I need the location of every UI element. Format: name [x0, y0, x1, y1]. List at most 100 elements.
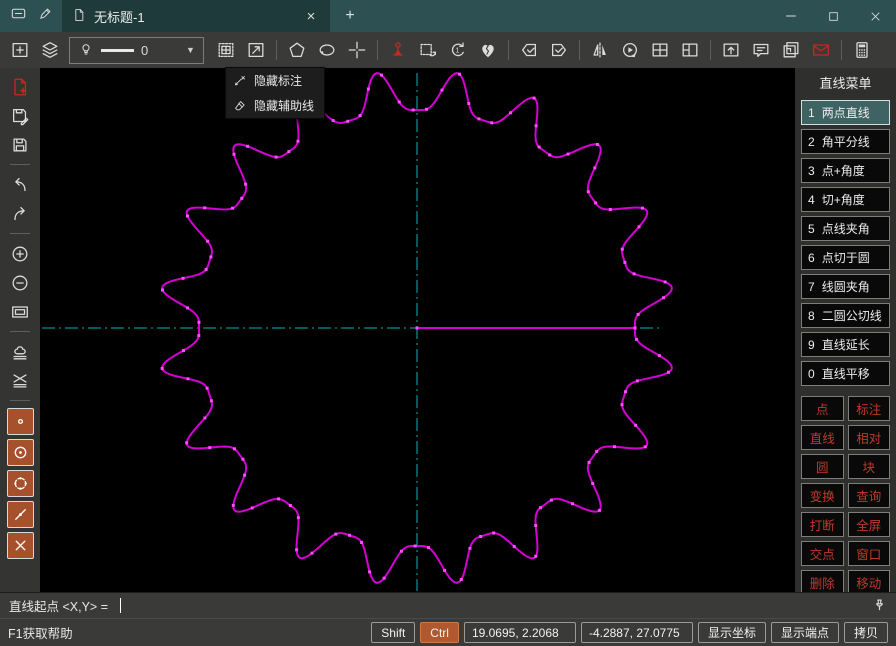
- dimension-pin-button[interactable]: [383, 35, 413, 65]
- tag-check-right-button[interactable]: [544, 35, 574, 65]
- calculator-button[interactable]: [847, 35, 877, 65]
- toolbar: 0 ▼ 1: [0, 32, 896, 68]
- rotate-once-icon: 1: [448, 40, 468, 60]
- save-as-button[interactable]: [5, 101, 35, 130]
- drawing-canvas[interactable]: [40, 68, 795, 592]
- eraser-icon: [233, 99, 247, 113]
- ellipse-button[interactable]: [312, 35, 342, 65]
- new-file-button[interactable]: [5, 72, 35, 101]
- toolbar-divider: [377, 40, 378, 60]
- menu-item-hide-guides[interactable]: 隐藏辅助线: [226, 93, 324, 118]
- select-edit-icon: [418, 40, 438, 60]
- maximize-button[interactable]: [812, 0, 854, 32]
- menu-item-hide-dimensions[interactable]: 隐藏标注: [226, 68, 324, 93]
- titlebar: 无标题-1 × +: [0, 0, 896, 32]
- snap-intersection-icon: [12, 537, 29, 554]
- minimize-button[interactable]: [770, 0, 812, 32]
- ctrl-button[interactable]: Ctrl: [420, 622, 459, 643]
- tab-close-icon[interactable]: ×: [302, 8, 320, 25]
- snap-intersection-button[interactable]: [7, 532, 34, 559]
- snap-quadrant-button[interactable]: [7, 470, 34, 497]
- grid-button-point[interactable]: 点: [801, 396, 844, 421]
- mirror-button[interactable]: [585, 35, 615, 65]
- save-button[interactable]: [5, 130, 35, 159]
- command-bar[interactable]: 直线起点 <X,Y> =: [0, 592, 896, 618]
- layers-button[interactable]: [35, 35, 65, 65]
- snap-point-icon: [12, 413, 29, 430]
- menu-item-line-offset[interactable]: 0直线平移: [801, 361, 890, 386]
- show-endpoints-button[interactable]: 显示端点: [771, 622, 839, 643]
- add-window-icon: [10, 40, 30, 60]
- tag-check-left-button[interactable]: [514, 35, 544, 65]
- grid-2x2-icon: [650, 40, 670, 60]
- undo-icon: [10, 175, 30, 195]
- shift-button[interactable]: Shift: [371, 622, 415, 643]
- app-window: 无标题-1 × + 0 ▼: [0, 0, 896, 646]
- fit-view-button[interactable]: [5, 297, 35, 326]
- menu-item-two-circle-tangent[interactable]: 8二圆公切线: [801, 303, 890, 328]
- copy-disks-button[interactable]: [776, 35, 806, 65]
- comment-button[interactable]: [746, 35, 776, 65]
- rotate-once-button[interactable]: 1: [443, 35, 473, 65]
- snap-point-button[interactable]: [7, 408, 34, 435]
- menu-item-line-extend[interactable]: 9直线延长: [801, 332, 890, 357]
- panel-grid: 点 标注 直线 相对 圆 块 变换 查询 打断 全屏 交点 窗口 删除 移动: [801, 396, 890, 595]
- app-menu-icon[interactable]: [10, 5, 27, 27]
- pen-icon[interactable]: [38, 6, 53, 26]
- snap-tangent-button[interactable]: [7, 501, 34, 528]
- hide-menu-button[interactable]: [241, 35, 271, 65]
- grid-button-transform[interactable]: 变换: [801, 483, 844, 508]
- grid-button-fullscreen[interactable]: 全屏: [848, 512, 891, 537]
- add-window-button[interactable]: [5, 35, 35, 65]
- close-button[interactable]: [854, 0, 896, 32]
- menu-item-angle-bisector[interactable]: 2角平分线: [801, 129, 890, 154]
- snap-center-icon: [12, 444, 29, 461]
- copy-button[interactable]: 拷贝: [844, 622, 888, 643]
- ellipse-icon: [317, 40, 337, 60]
- toolbar-divider: [276, 40, 277, 60]
- menu-item-line-circle-angle[interactable]: 7线圆夹角: [801, 274, 890, 299]
- new-file-icon: [10, 77, 30, 97]
- redo-button[interactable]: [5, 199, 35, 228]
- grid-button-break[interactable]: 打断: [801, 512, 844, 537]
- select-edit-button[interactable]: [413, 35, 443, 65]
- relative-coordinates: -4.2887, 27.0775: [581, 622, 693, 643]
- comment-icon: [751, 40, 771, 60]
- zoom-out-button[interactable]: [5, 268, 35, 297]
- line-style-combo[interactable]: 0 ▼: [69, 37, 204, 64]
- menu-item-point-line-angle[interactable]: 5点线夹角: [801, 216, 890, 241]
- snap-tangent-icon: [12, 506, 29, 523]
- grid-button-relative[interactable]: 相对: [848, 425, 891, 450]
- new-tab-button[interactable]: +: [330, 0, 370, 32]
- undo-button[interactable]: [5, 170, 35, 199]
- grid-button-query[interactable]: 查询: [848, 483, 891, 508]
- polygon-button[interactable]: [282, 35, 312, 65]
- zoom-in-button[interactable]: [5, 239, 35, 268]
- crosshair-icon: [347, 40, 367, 60]
- stamp-button[interactable]: [5, 337, 35, 366]
- grid-button-dimension[interactable]: 标注: [848, 396, 891, 421]
- menu-item-two-point-line[interactable]: 1两点直线: [801, 100, 890, 125]
- grid-button-window[interactable]: 窗口: [848, 541, 891, 566]
- tab-untitled-1[interactable]: 无标题-1 ×: [62, 0, 330, 32]
- grid-dashed-button[interactable]: [211, 35, 241, 65]
- grid-button-circle[interactable]: 圆: [801, 454, 844, 479]
- crosshair-button[interactable]: [342, 35, 372, 65]
- grid-button-line[interactable]: 直线: [801, 425, 844, 450]
- menu-item-tangent-angle[interactable]: 4切+角度: [801, 187, 890, 212]
- menu-item-point-tangent-circle[interactable]: 6点切于圆: [801, 245, 890, 270]
- grid-2x2-button[interactable]: [645, 35, 675, 65]
- show-coordinates-button[interactable]: 显示坐标: [698, 622, 766, 643]
- grid-button-intersection[interactable]: 交点: [801, 541, 844, 566]
- snap-center-button[interactable]: [7, 439, 34, 466]
- rotate-circle-button[interactable]: [615, 35, 645, 65]
- heart-button[interactable]: [473, 35, 503, 65]
- menu-item-point-angle[interactable]: 3点+角度: [801, 158, 890, 183]
- cad-drawing: [40, 68, 795, 592]
- grid-button-block[interactable]: 块: [848, 454, 891, 479]
- mail-button[interactable]: [806, 35, 836, 65]
- pin-icon[interactable]: [872, 598, 887, 613]
- grid-offset-button[interactable]: [675, 35, 705, 65]
- panel-up-button[interactable]: [716, 35, 746, 65]
- trim-button[interactable]: [5, 366, 35, 395]
